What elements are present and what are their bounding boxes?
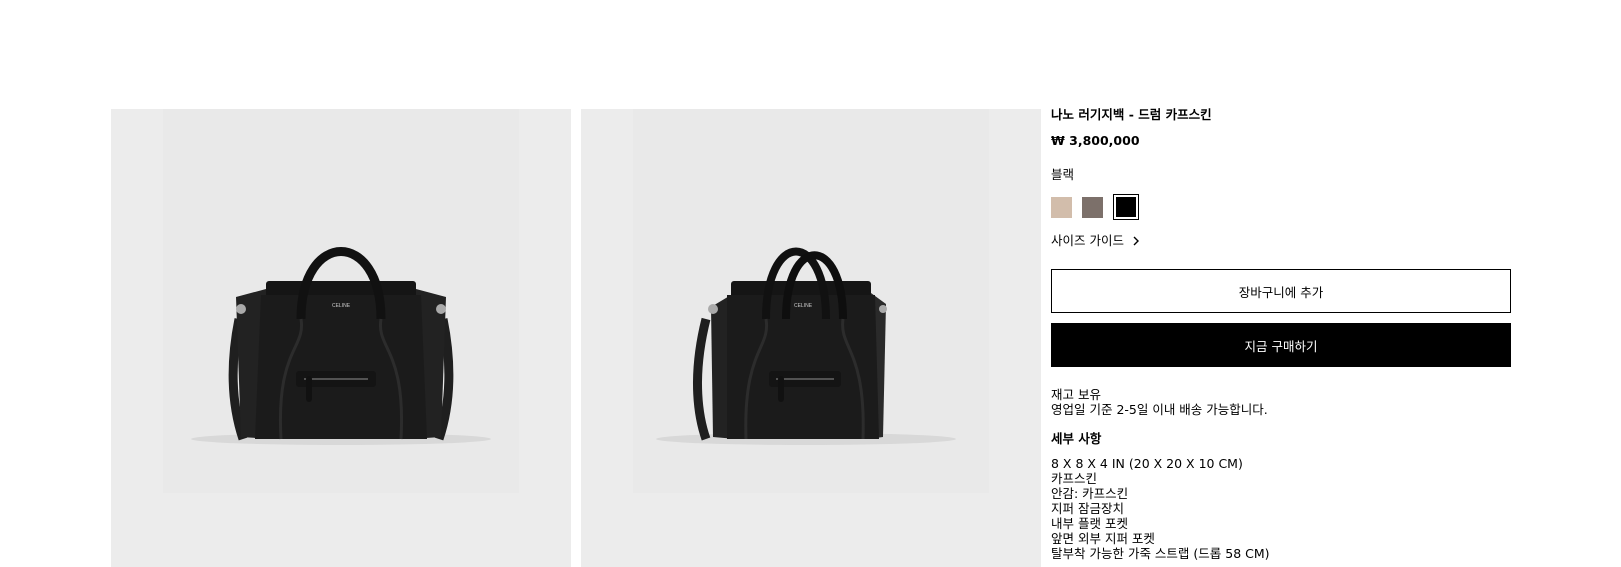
product-title: 나노 러기지백 - 드럼 카프스킨	[1051, 107, 1212, 122]
color-swatch-beige[interactable]	[1051, 196, 1072, 218]
delivery-note: 영업일 기준 2-5일 이내 배송 가능합니다.	[1051, 402, 1268, 417]
details-item: 내부 플랫 포켓	[1051, 516, 1128, 531]
color-swatch-taupe[interactable]	[1082, 196, 1103, 218]
stock-info: 재고 보유 영업일 기준 2-5일 이내 배송 가능합니다.	[1051, 387, 1511, 417]
add-to-cart-button[interactable]: 장바구니에 추가	[1051, 269, 1511, 313]
details-item: 지퍼 잠금장치	[1051, 501, 1124, 516]
product-image-front[interactable]: CELINE	[111, 109, 571, 567]
stock-status: 재고 보유	[1051, 387, 1101, 402]
details-item: 앞면 외부 지퍼 포켓	[1051, 531, 1155, 546]
details-item: 카프스킨	[1051, 471, 1098, 486]
swatch-fill	[1116, 197, 1136, 217]
product-info-panel: 나노 러기지백 - 드럼 카프스킨 ₩ 3,800,000 블랙 사이즈 가이드…	[1051, 106, 1511, 561]
bag-angle-illustration: CELINE	[656, 247, 956, 445]
product-image-angle[interactable]: CELINE	[581, 109, 1041, 567]
bag-front-illustration: CELINE	[191, 247, 491, 445]
size-guide-link[interactable]: 사이즈 가이드	[1051, 232, 1511, 250]
product-page: CELINE CELINE 나노 러기지백 - 드럼 카프스킨 ₩ 3,800,…	[0, 0, 1621, 567]
buy-now-button[interactable]: 지금 구매하기	[1051, 323, 1511, 367]
bag-logo: CELINE	[332, 303, 351, 309]
details-item: 탈부착 가능한 가죽 스트랩 (드롭 58 CM)	[1051, 546, 1270, 561]
details-list: 8 X 8 X 4 IN (20 X 20 X 10 CM) 카프스킨 안감: …	[1051, 456, 1511, 561]
details-heading: 세부 사항	[1051, 431, 1102, 446]
color-swatches	[1051, 194, 1511, 220]
selected-color-label: 블랙	[1051, 167, 1075, 182]
size-guide-label: 사이즈 가이드	[1051, 233, 1124, 248]
product-price: ₩ 3,800,000	[1051, 133, 1140, 148]
details-item: 8 X 8 X 4 IN (20 X 20 X 10 CM)	[1051, 456, 1243, 471]
bag-logo: CELINE	[794, 303, 813, 309]
details-item: 안감: 카프스킨	[1051, 486, 1129, 501]
chevron-right-icon	[1133, 236, 1139, 246]
color-swatch-black[interactable]	[1113, 194, 1139, 220]
